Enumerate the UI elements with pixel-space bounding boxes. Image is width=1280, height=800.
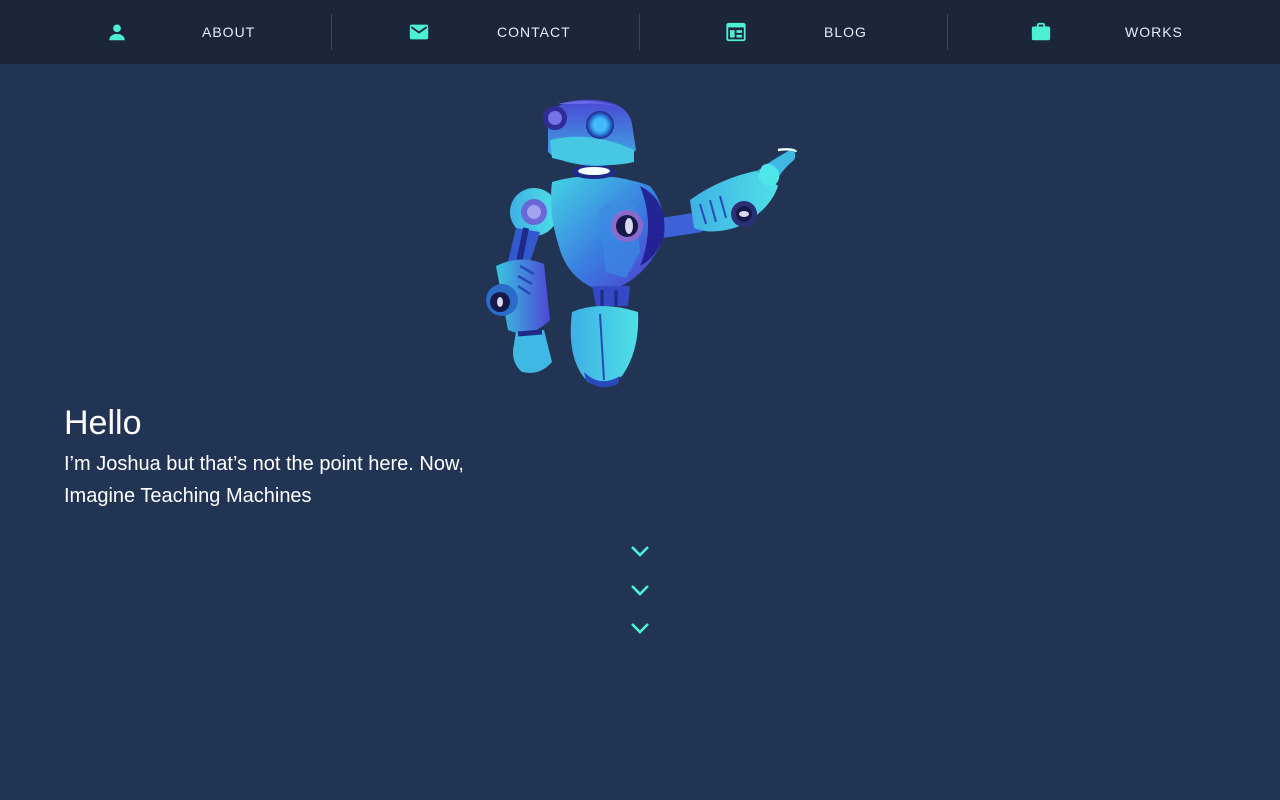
nav-item-works[interactable]: WORKS: [1020, 0, 1220, 64]
hero-tagline: Imagine Teaching Machines: [64, 485, 312, 507]
nav-label-contact: CONTACT: [497, 24, 571, 40]
mail-icon: [409, 24, 429, 40]
robot-pointing-illustration: [486, 99, 798, 388]
nav-label-blog: BLOG: [824, 24, 867, 40]
nav-item-about[interactable]: ABOUT: [96, 0, 296, 64]
nav-label-about: ABOUT: [202, 24, 256, 40]
nav-divider: [639, 14, 640, 50]
nav-label-works: WORKS: [1125, 24, 1183, 40]
nav-item-blog[interactable]: BLOG: [714, 0, 914, 64]
top-navigation: ABOUT CONTACT BLOG WORKS: [0, 0, 1280, 64]
nav-item-contact[interactable]: CONTACT: [398, 0, 598, 64]
scroll-down-button[interactable]: [626, 540, 654, 640]
chevron-down-icon: [631, 546, 649, 557]
chevron-down-icon: [631, 585, 649, 596]
hero-intro-line-1: I’m Joshua but that’s not the point here…: [64, 453, 464, 475]
hero-greeting: Hello: [64, 404, 142, 442]
chevron-down-icon: [631, 623, 649, 634]
nav-divider: [947, 14, 948, 50]
nav-divider: [331, 14, 332, 50]
hero-intro: I’m Joshua but that’s not the point here…: [64, 448, 504, 512]
article-icon: [726, 22, 746, 42]
person-icon: [109, 24, 125, 41]
briefcase-icon: [1031, 22, 1051, 41]
